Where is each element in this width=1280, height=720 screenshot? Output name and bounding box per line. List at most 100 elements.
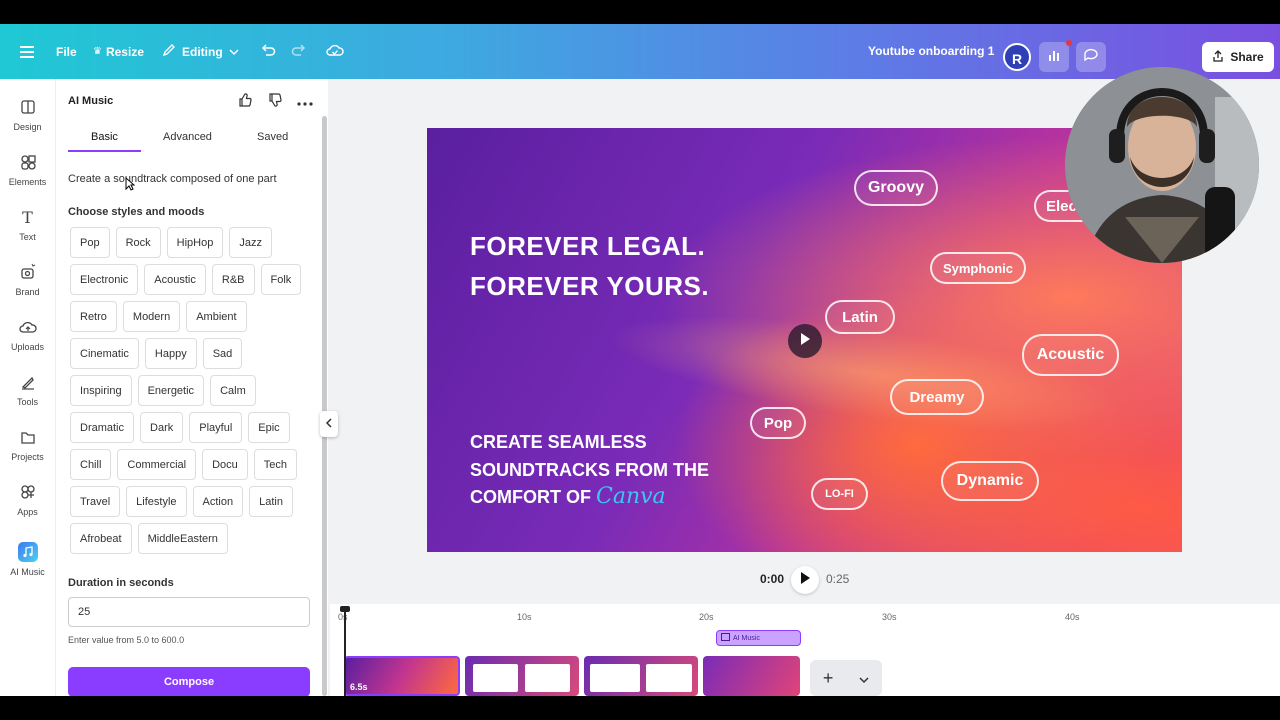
rail-item-uploads[interactable]: Uploads xyxy=(0,316,55,366)
style-chip-dark[interactable]: Dark xyxy=(140,412,184,443)
genre-bubble-dynamic: Dynamic xyxy=(941,461,1039,501)
style-chip-acoustic[interactable]: Acoustic xyxy=(144,264,206,295)
chevron-down-icon[interactable] xyxy=(859,668,869,689)
redo-button[interactable] xyxy=(291,24,307,79)
chip-row: Travel Lifestyle Action Latin xyxy=(70,486,320,517)
style-chip-latin[interactable]: Latin xyxy=(249,486,293,517)
genre-bubble-pop: Pop xyxy=(750,407,806,439)
editing-label: Editing xyxy=(182,44,223,59)
rail-item-ai-music[interactable]: AI Music xyxy=(0,541,55,591)
document-title[interactable]: Youtube onboarding 1 xyxy=(868,24,994,79)
style-chip-folk[interactable]: Folk xyxy=(260,264,302,295)
timeline-page-clip[interactable] xyxy=(703,656,800,696)
subline-3-text: COMFORT OF xyxy=(470,487,591,507)
style-chip-modern[interactable]: Modern xyxy=(122,301,181,332)
share-label: Share xyxy=(1230,50,1264,64)
timeline-page-clip[interactable] xyxy=(465,656,579,696)
style-chip-tech[interactable]: Tech xyxy=(253,449,298,480)
rail-item-elements[interactable]: Elements xyxy=(0,151,55,201)
cloud-check-icon xyxy=(326,43,344,60)
rail-item-design[interactable]: Design xyxy=(0,96,55,146)
rail-item-tools[interactable]: Tools xyxy=(0,371,55,421)
subline-3: COMFORT OF Canva xyxy=(470,484,666,509)
total-duration: 0:25 xyxy=(826,572,850,586)
duration-input[interactable]: 25 xyxy=(68,597,310,627)
thumbs-up-button[interactable] xyxy=(234,91,256,113)
style-chip-docu[interactable]: Docu xyxy=(202,449,248,480)
style-chip-inspiring[interactable]: Inspiring xyxy=(70,375,132,406)
chip-row: Dramatic Dark Playful Epic xyxy=(70,412,320,443)
style-chip-action[interactable]: Action xyxy=(192,486,244,517)
tab-saved[interactable]: Saved xyxy=(257,131,288,143)
style-chip-electronic[interactable]: Electronic xyxy=(70,264,139,295)
resize-button[interactable]: ♛ Resize xyxy=(93,24,144,79)
file-menu[interactable]: File xyxy=(56,24,77,79)
style-chip-rock[interactable]: Rock xyxy=(115,227,161,258)
style-chip-ambient[interactable]: Ambient xyxy=(186,301,247,332)
style-chip-r-b[interactable]: R&B xyxy=(211,264,255,295)
timeline-page-clip[interactable] xyxy=(584,656,698,696)
playhead[interactable] xyxy=(344,610,346,696)
more-options-button[interactable] xyxy=(294,91,316,113)
style-chip-middleeastern[interactable]: MiddleEastern xyxy=(137,523,228,554)
rail-label: Text xyxy=(19,232,36,242)
tab-advanced[interactable]: Advanced xyxy=(163,131,212,143)
apps-icon xyxy=(0,481,55,503)
tab-basic[interactable]: Basic xyxy=(91,131,118,143)
style-chip-list: Pop Rock HipHop Jazz Electronic Acoustic R&B Fo… xyxy=(70,227,320,560)
rail-label: Tools xyxy=(16,397,38,407)
rail-item-brand[interactable]: Brand xyxy=(0,261,55,311)
style-chip-dramatic[interactable]: Dramatic xyxy=(70,412,135,443)
panel-description: Create a soundtrack composed of one part xyxy=(68,173,277,185)
current-time: 0:00 xyxy=(760,572,785,586)
play-button[interactable] xyxy=(791,566,819,594)
style-chip-epic[interactable]: Epic xyxy=(248,412,290,443)
style-chip-playful[interactable]: Playful xyxy=(189,412,243,443)
comments-button[interactable] xyxy=(1076,42,1106,72)
crown-icon: ♛ xyxy=(93,46,102,57)
more-dots-icon xyxy=(297,93,313,111)
rail-item-text[interactable]: T Text xyxy=(0,206,55,256)
style-chip-sad[interactable]: Sad xyxy=(202,338,243,369)
design-icon xyxy=(0,96,55,118)
avatar[interactable]: R xyxy=(1003,43,1031,71)
timeline-page-clip[interactable]: 6.5s xyxy=(344,656,460,696)
rail-item-apps[interactable]: Apps xyxy=(0,481,55,531)
plus-icon[interactable]: + xyxy=(823,668,834,689)
style-chip-travel[interactable]: Travel xyxy=(70,486,121,517)
style-chip-jazz[interactable]: Jazz xyxy=(229,227,272,258)
app-window: File ♛ Resize Editing Youtube onboarding… xyxy=(0,24,1280,696)
style-chip-lifestyle[interactable]: Lifestyle xyxy=(126,486,187,517)
share-button[interactable]: Share xyxy=(1202,42,1274,72)
thumbs-down-button[interactable] xyxy=(264,91,286,113)
styles-heading: Choose styles and moods xyxy=(68,206,205,218)
insights-button[interactable] xyxy=(1039,42,1069,72)
genre-bubble-lofi: LO-FI xyxy=(811,478,868,510)
style-chip-pop[interactable]: Pop xyxy=(70,227,110,258)
canvas-play-button[interactable] xyxy=(788,324,822,358)
style-chip-commercial[interactable]: Commercial xyxy=(117,449,197,480)
audio-clip[interactable]: AI Music xyxy=(716,630,801,646)
style-chip-afrobeat[interactable]: Afrobeat xyxy=(70,523,132,554)
collapse-panel-button[interactable] xyxy=(320,411,338,437)
save-status-button[interactable] xyxy=(326,24,344,79)
duration-heading: Duration in seconds xyxy=(68,577,174,589)
style-chip-energetic[interactable]: Energetic xyxy=(137,375,205,406)
genre-bubble-dreamy: Dreamy xyxy=(890,379,984,415)
editing-mode-dropdown[interactable]: Editing xyxy=(162,24,239,79)
timeline[interactable]: 0s 10s 20s 30s 40s AI Music 6.5s + xyxy=(330,604,1280,696)
panel-scrollbar[interactable] xyxy=(322,116,327,696)
undo-button[interactable] xyxy=(260,24,276,79)
style-chip-retro[interactable]: Retro xyxy=(70,301,117,332)
compose-button[interactable]: Compose xyxy=(68,667,310,696)
style-chip-hiphop[interactable]: HipHop xyxy=(166,227,224,258)
style-chip-chill[interactable]: Chill xyxy=(70,449,112,480)
style-chip-happy[interactable]: Happy xyxy=(144,338,197,369)
menu-button[interactable] xyxy=(18,24,36,79)
rail-item-projects[interactable]: Projects xyxy=(0,426,55,476)
bar-chart-icon xyxy=(1047,48,1061,67)
notification-dot xyxy=(1066,40,1072,46)
style-chip-cinematic[interactable]: Cinematic xyxy=(70,338,139,369)
subline-2: SOUNDTRACKS FROM THE xyxy=(470,460,709,480)
style-chip-calm[interactable]: Calm xyxy=(210,375,256,406)
